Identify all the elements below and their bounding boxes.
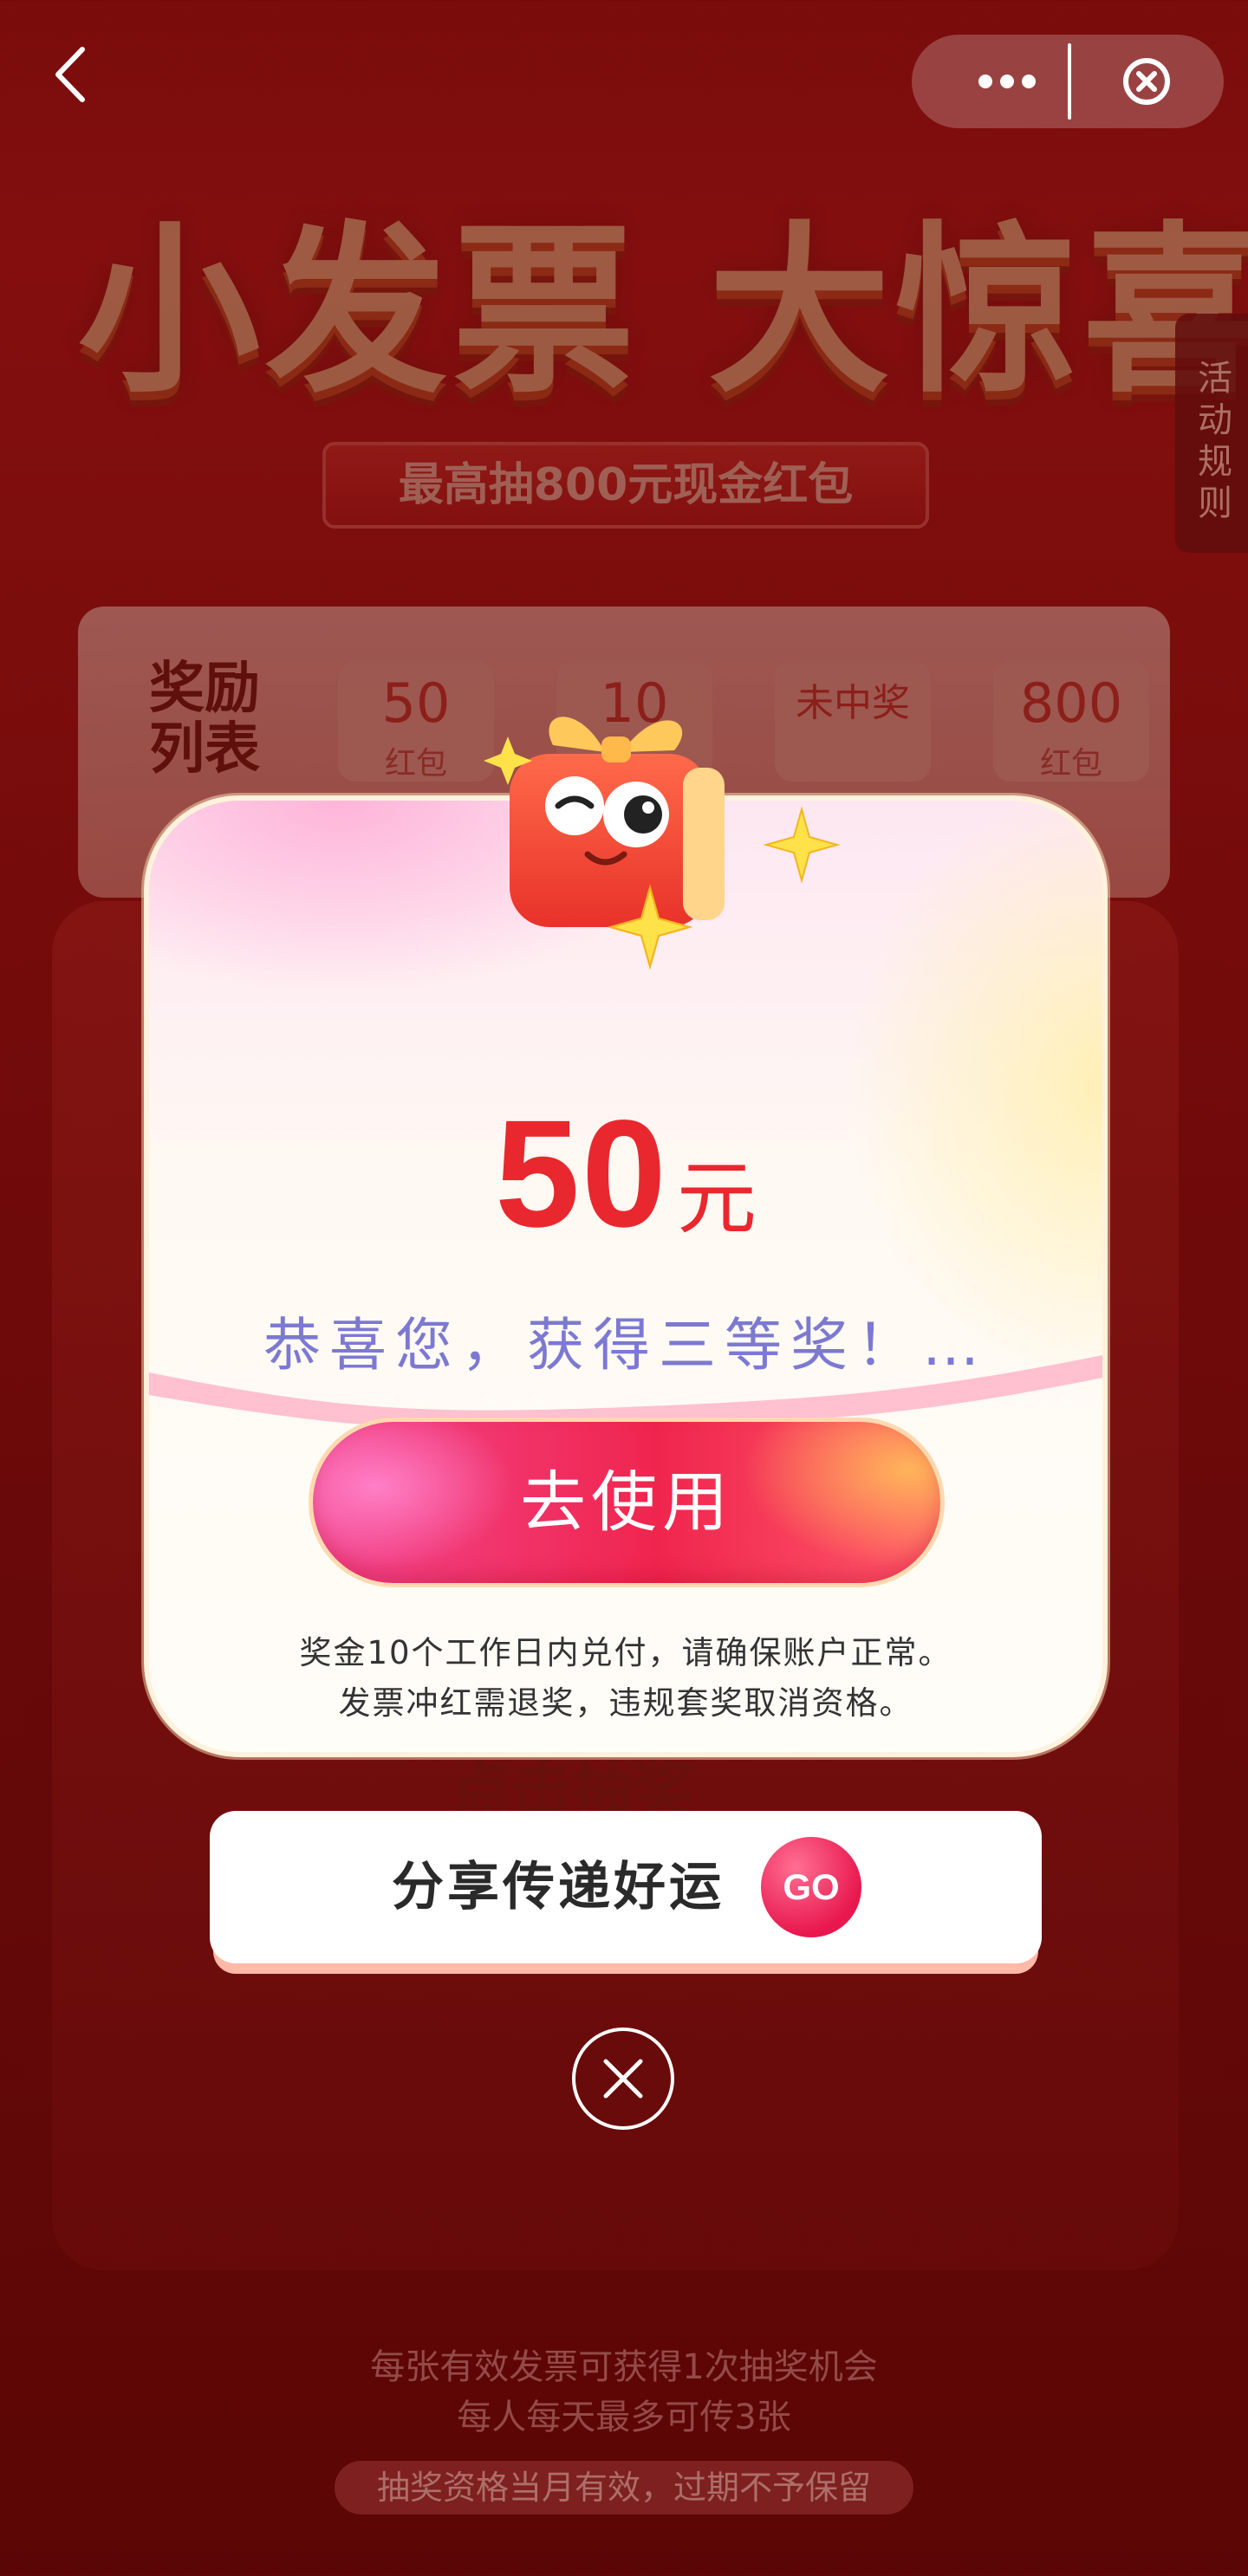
back-button[interactable] [40,40,101,109]
close-circle-icon [1123,58,1170,105]
close-app-button[interactable] [1116,55,1177,107]
share-card[interactable]: 分享传递好运 GO [210,1811,1042,1963]
prize-amount-unit: 元 [676,1152,757,1245]
congrats-text: 恭喜您，获得三等奖！… [263,1312,988,1379]
mini-program-capsule [912,35,1224,128]
chevron-left-icon [55,47,85,102]
prize-amount: 50 元 [149,1087,1102,1262]
close-modal-button[interactable] [572,2028,674,2130]
notice-line-2: 发票冲红需退奖，违规套奖取消资格。 [338,1684,913,1722]
prize-amount-value: 50 [495,1089,668,1259]
sparkle-icon [607,884,693,970]
sparkle-icon [763,806,841,884]
share-go-button[interactable]: GO [761,1837,861,1937]
close-icon [603,2059,643,2099]
prize-notice: 奖金10个工作日内兑付，请确保账户正常。 发票冲红需退奖，违规套奖取消资格。 [149,1628,1102,1729]
more-button[interactable] [964,55,1050,107]
capsule-divider [1068,43,1071,120]
share-label: 分享传递好运 [392,1857,725,1917]
more-dots-icon [978,75,1036,88]
use-prize-button[interactable]: 去使用 [309,1418,945,1587]
notice-line-1: 奖金10个工作日内兑付，请确保账户正常。 [299,1634,952,1671]
